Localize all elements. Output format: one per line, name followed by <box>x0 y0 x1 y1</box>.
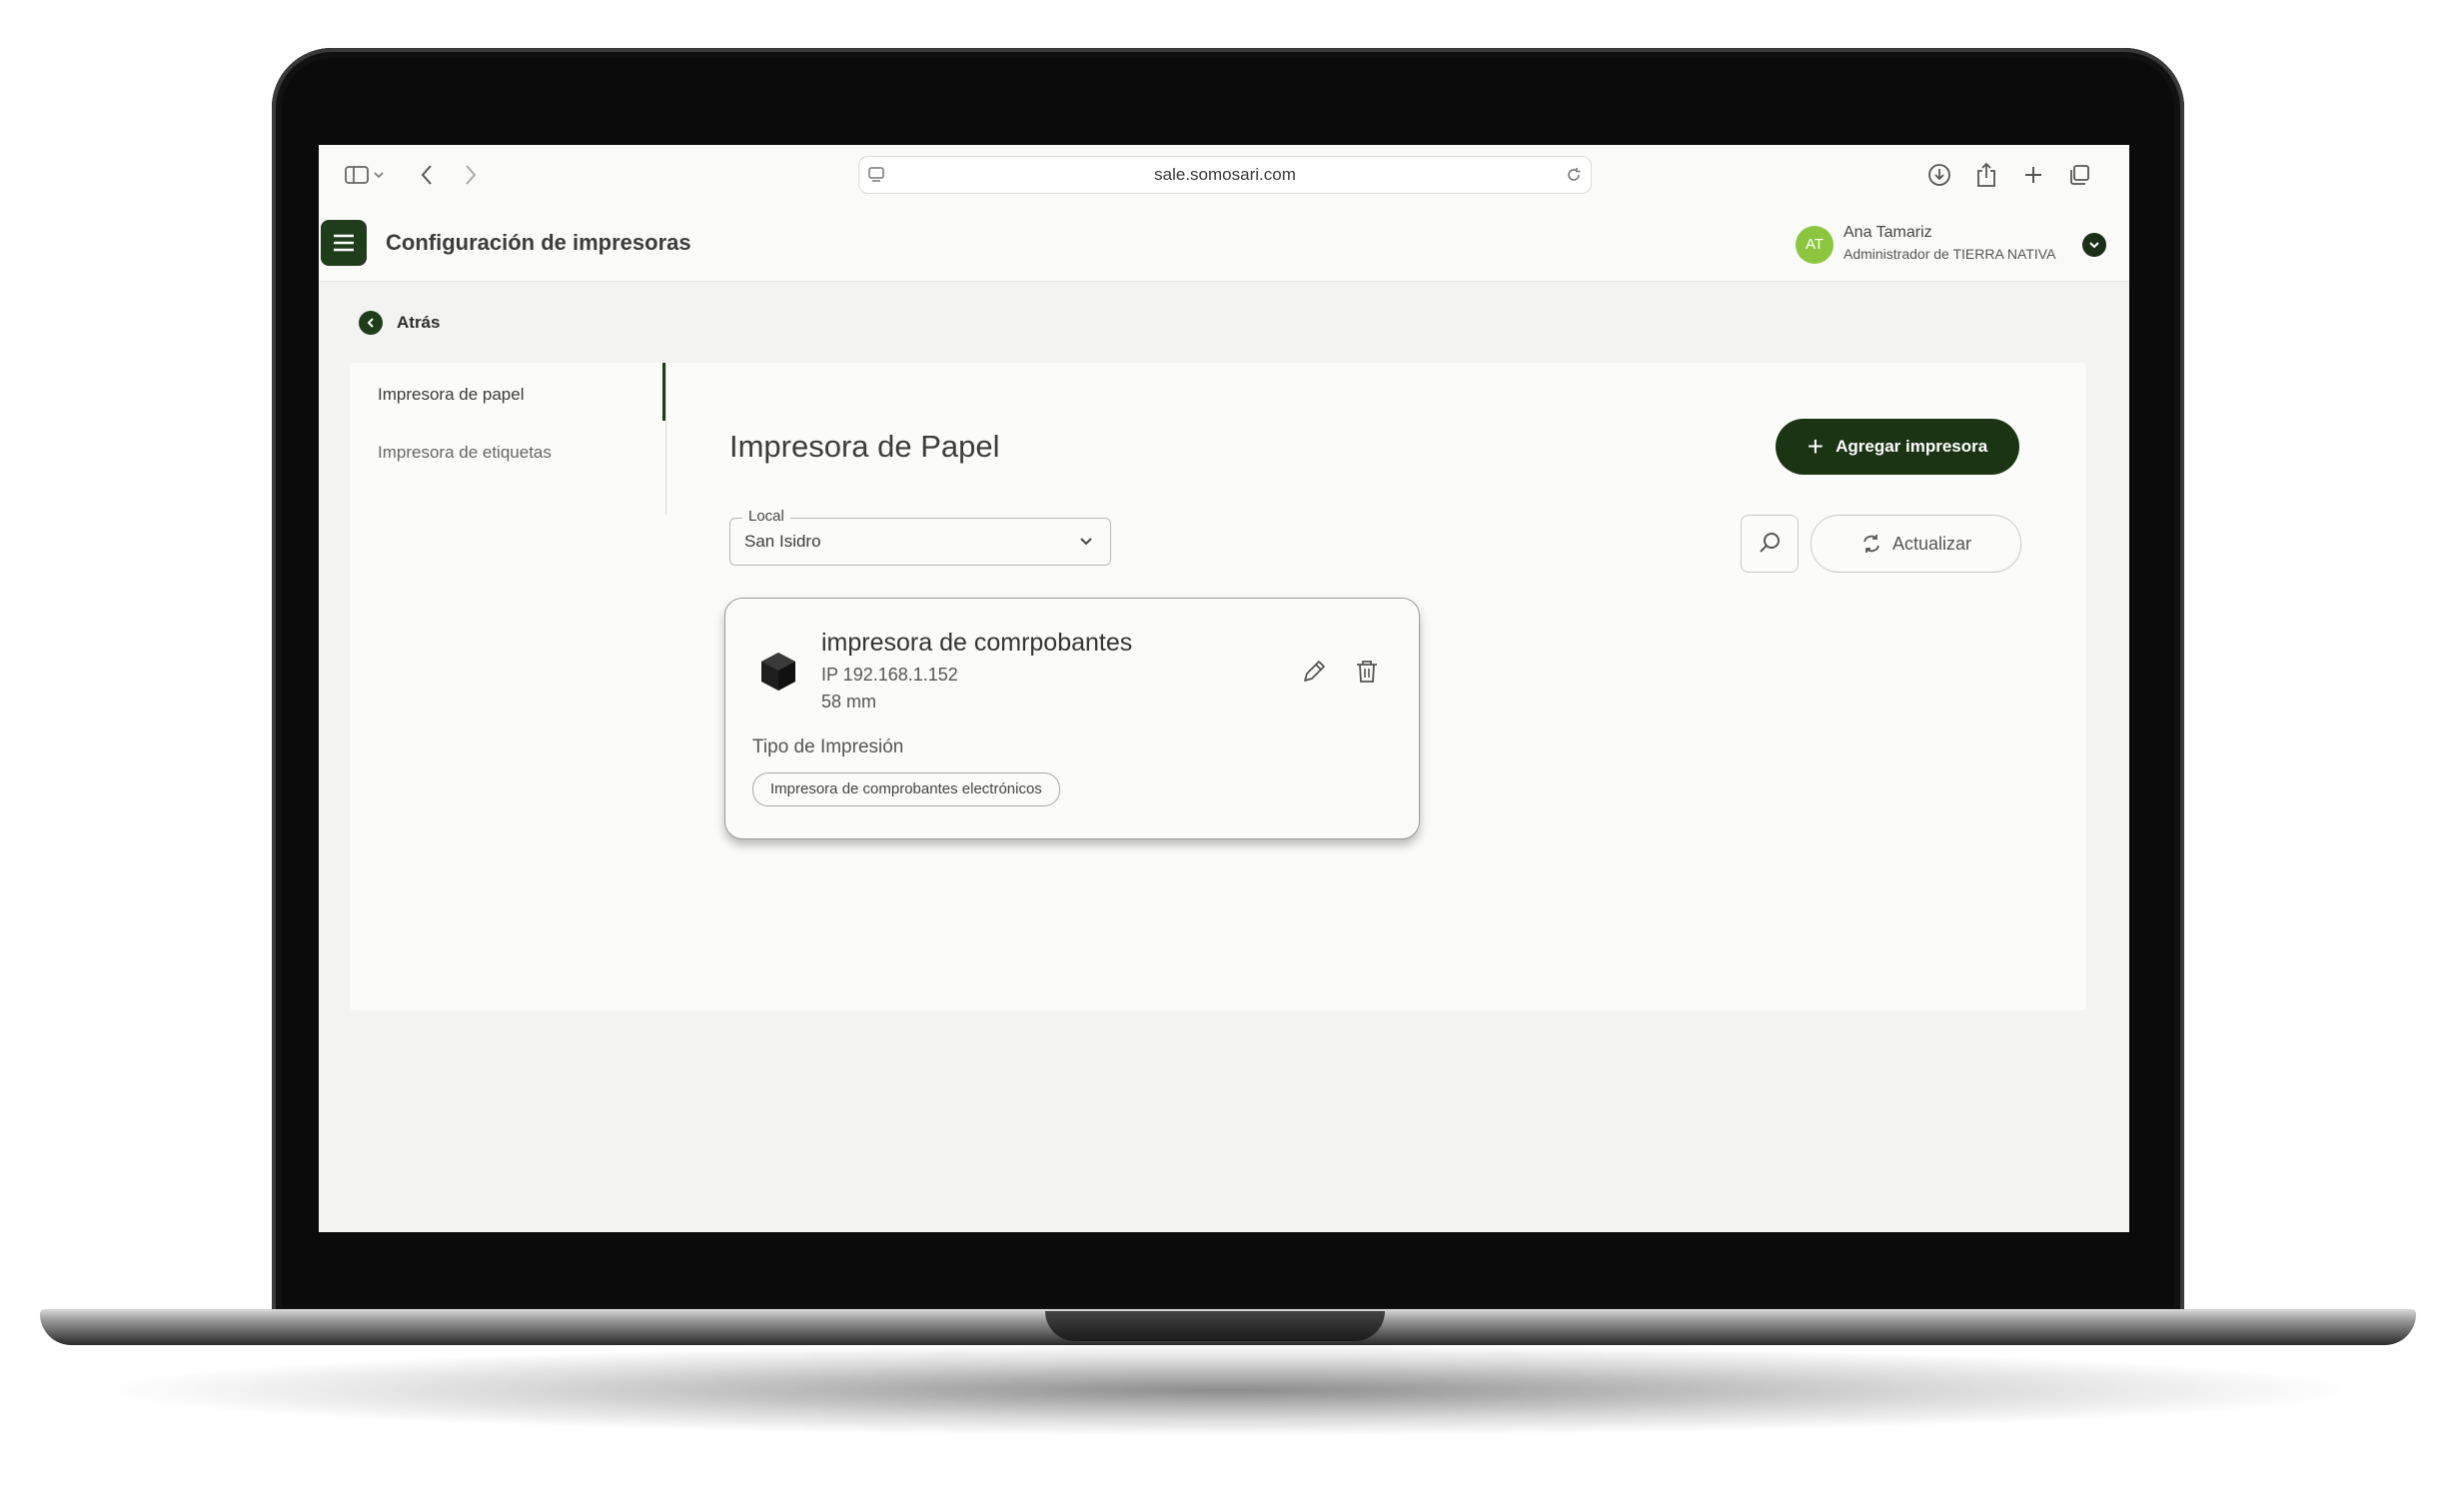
printer-box-icon <box>761 653 795 691</box>
plus-icon: + <box>1807 431 1825 462</box>
url-text[interactable]: sale.somosari.com <box>859 157 1591 193</box>
sidebar-icon[interactable] <box>343 161 371 189</box>
download-icon[interactable] <box>1925 161 1953 189</box>
back-label: Atrás <box>397 313 441 332</box>
delete-printer-button[interactable] <box>1353 657 1381 687</box>
back-icon[interactable] <box>413 161 441 189</box>
local-select[interactable]: Local San Isidro <box>729 508 1111 566</box>
forward-icon[interactable] <box>457 161 485 189</box>
refresh-label: Actualizar <box>1891 533 1972 554</box>
refresh-icon <box>1863 535 1879 553</box>
address-bar[interactable]: sale.somosari.com <box>858 156 1592 194</box>
printer-paper-width: 58 mm <box>821 692 877 712</box>
refresh-button[interactable]: Actualizar <box>1811 515 2021 573</box>
printer-ip: IP 192.168.1.152 <box>821 665 958 685</box>
back-arrow-icon <box>359 311 383 335</box>
printer-type-nav: Impresora de papel Impresora de etiqueta… <box>350 363 666 515</box>
chevron-down-icon <box>2089 242 2099 249</box>
menu-button[interactable] <box>321 220 367 266</box>
avatar[interactable]: AT <box>1796 226 1834 264</box>
screen: sale.somosari.com Configuración de impre… <box>319 145 2129 1232</box>
add-printer-label: Agregar impresora <box>1836 437 1988 456</box>
browser-toolbar: sale.somosari.com <box>319 145 2129 206</box>
sidebar-item-paper-printer[interactable]: Impresora de papel <box>378 385 524 405</box>
user-role: Administrador de TIERRA NATIVA <box>1844 246 2056 262</box>
local-select-value: San Isidro <box>744 532 821 551</box>
edit-printer-button[interactable] <box>1299 657 1329 687</box>
app-header: Configuración de impresoras AT Ana Tamar… <box>319 205 2129 282</box>
trash-icon <box>1357 661 1377 683</box>
add-printer-button[interactable]: + Agregar impresora <box>1776 419 2019 475</box>
sidebar-item-label-printer[interactable]: Impresora de etiquetas <box>378 443 552 463</box>
section-title: Impresora de Papel <box>729 429 1000 464</box>
printer-name: impresora de comrpobantes <box>821 629 1133 657</box>
share-icon[interactable] <box>1972 161 2000 189</box>
printer-card[interactable]: impresora de comrpobantes IP 192.168.1.1… <box>724 598 1420 839</box>
new-tab-icon[interactable] <box>2019 161 2047 189</box>
main-panel: Impresora de papel Impresora de etiqueta… <box>350 363 2086 1010</box>
user-menu-button[interactable] <box>2082 233 2106 257</box>
reload-icon[interactable] <box>1565 166 1583 189</box>
back-button[interactable]: Atrás <box>359 310 440 336</box>
user-name[interactable]: Ana Tamariz <box>1844 224 1932 242</box>
hamburger-icon <box>334 234 354 252</box>
chevron-down-icon <box>1080 538 1092 546</box>
tabs-overview-icon[interactable] <box>2065 161 2093 189</box>
laptop-notch <box>1045 1311 1385 1341</box>
active-indicator <box>662 363 665 421</box>
pencil-icon <box>1304 661 1325 682</box>
search-icon <box>1760 533 1780 553</box>
laptop-shadow <box>120 1345 2338 1435</box>
print-type-chip: Impresora de comprobantes electrónicos <box>752 772 1060 806</box>
chevron-down-icon[interactable] <box>371 161 387 189</box>
print-type-label: Tipo de Impresión <box>752 737 904 757</box>
page-title: Configuración de impresoras <box>386 230 691 255</box>
search-button[interactable] <box>1741 515 1799 573</box>
